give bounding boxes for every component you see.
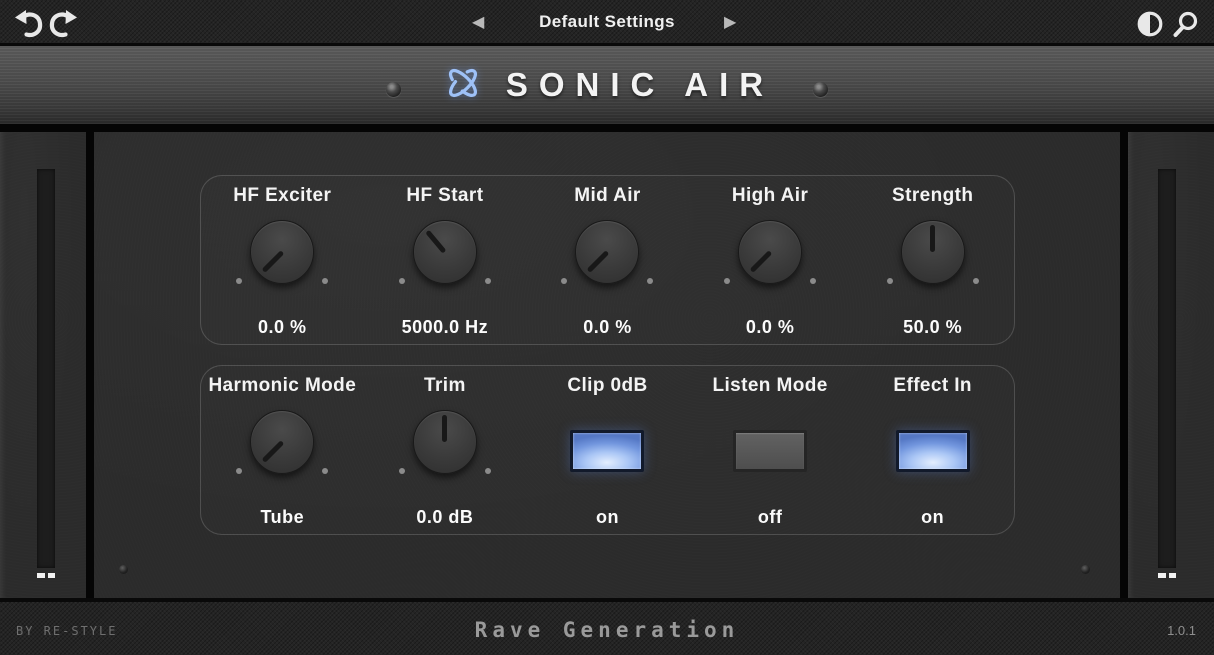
- knob-max-dot: [647, 278, 653, 284]
- knob-min-dot: [561, 278, 567, 284]
- knob-min-dot: [399, 278, 405, 284]
- knob-pointer: [261, 440, 284, 463]
- knob-max-dot: [973, 278, 979, 284]
- hf-start-knob[interactable]: [413, 220, 477, 284]
- knob-max-dot: [810, 278, 816, 284]
- knob-value: 0.0 dB: [364, 507, 527, 528]
- contrast-toggle-button[interactable]: [1136, 10, 1164, 38]
- preset-prev-button[interactable]: ◀: [472, 12, 484, 34]
- undo-button[interactable]: [13, 8, 45, 40]
- header: SONIC AIR: [0, 46, 1214, 128]
- brand: SONIC AIR: [440, 60, 774, 111]
- knob-value: 5000.0 Hz: [364, 317, 527, 338]
- input-level-meter: [37, 169, 55, 568]
- product-name: Rave Generation: [0, 618, 1214, 642]
- plugin-window: ◀ Default Settings ▶ SONIC: [0, 0, 1214, 655]
- knob-pointer: [587, 250, 610, 273]
- toggle-state: on: [851, 507, 1014, 528]
- knob-value: 0.0 %: [689, 317, 852, 338]
- mid-air-knob[interactable]: [575, 220, 639, 284]
- harmonic-mode-knob[interactable]: [250, 410, 314, 474]
- effect-in-toggle[interactable]: [896, 430, 970, 472]
- redo-icon: [47, 27, 79, 44]
- left-meter-panel: [0, 132, 86, 598]
- knob-cell-hf-exciter: HF Exciter 0.0 %: [201, 176, 364, 344]
- knob-value: Tube: [201, 507, 364, 528]
- exciter-group: HF Exciter 0.0 % HF Start 5000.0 Hz Mid …: [200, 175, 1015, 345]
- footer: BY RE-STYLE Rave Generation 1.0.1: [0, 598, 1214, 655]
- screw: [813, 82, 828, 97]
- toggle-label: Listen Mode: [689, 375, 852, 397]
- strength-knob[interactable]: [901, 220, 965, 284]
- trim-knob[interactable]: [413, 410, 477, 474]
- meter-peak-marks: [1158, 573, 1176, 578]
- knob-cell-harmonic-mode: Harmonic Mode Tube: [201, 366, 364, 534]
- knob-value: 50.0 %: [851, 317, 1014, 338]
- knob-value: 0.0 %: [201, 317, 364, 338]
- preset-next-button[interactable]: ▶: [724, 12, 736, 34]
- knob-min-dot: [724, 278, 730, 284]
- knob-cell-trim: Trim 0.0 dB: [364, 366, 527, 534]
- knob-cell-hf-start: HF Start 5000.0 Hz: [364, 176, 527, 344]
- knob-label: HF Start: [364, 185, 527, 207]
- atom-orbit-logo-icon: [440, 60, 486, 111]
- right-meter-panel: [1128, 132, 1214, 598]
- contrast-icon: [1136, 25, 1164, 42]
- plugin-title: SONIC AIR: [506, 66, 774, 104]
- knob-max-dot: [485, 278, 491, 284]
- knob-min-dot: [887, 278, 893, 284]
- knob-value: 0.0 %: [526, 317, 689, 338]
- knob-min-dot: [399, 468, 405, 474]
- knob-cell-high-air: High Air 0.0 %: [689, 176, 852, 344]
- knob-cell-strength: Strength 50.0 %: [851, 176, 1014, 344]
- hf-exciter-knob[interactable]: [250, 220, 314, 284]
- titlebar: ◀ Default Settings ▶: [0, 0, 1214, 46]
- knob-label: Harmonic Mode: [201, 375, 364, 397]
- screw: [119, 565, 128, 574]
- knob-pointer: [261, 250, 284, 273]
- knob-max-dot: [322, 468, 328, 474]
- zoom-button[interactable]: [1171, 10, 1199, 38]
- undo-icon: [13, 27, 45, 44]
- mode-group: Harmonic Mode Tube Trim 0.0 dB Clip 0dB: [200, 365, 1015, 535]
- screw: [1081, 565, 1090, 574]
- toggle-label: Clip 0dB: [526, 375, 689, 397]
- knob-pointer: [930, 225, 935, 252]
- knob-min-dot: [236, 468, 242, 474]
- magnifier-icon: [1171, 25, 1199, 42]
- knob-pointer: [426, 230, 447, 254]
- high-air-knob[interactable]: [738, 220, 802, 284]
- knob-label: Strength: [851, 185, 1014, 207]
- main-panel: HF Exciter 0.0 % HF Start 5000.0 Hz Mid …: [94, 132, 1120, 598]
- knob-pointer: [749, 250, 772, 273]
- preset-name[interactable]: Default Settings: [497, 12, 717, 32]
- toggle-state: on: [526, 507, 689, 528]
- knob-cell-mid-air: Mid Air 0.0 %: [526, 176, 689, 344]
- knob-max-dot: [485, 468, 491, 474]
- knob-label: Trim: [364, 375, 527, 397]
- toggle-cell-clip: Clip 0dB on: [526, 366, 689, 534]
- toggle-label: Effect In: [851, 375, 1014, 397]
- clip-0db-toggle[interactable]: [570, 430, 644, 472]
- knob-label: High Air: [689, 185, 852, 207]
- toggle-cell-listen-mode: Listen Mode off: [689, 366, 852, 534]
- knob-label: Mid Air: [526, 185, 689, 207]
- knob-pointer: [442, 415, 447, 442]
- knob-max-dot: [322, 278, 328, 284]
- redo-button[interactable]: [47, 8, 79, 40]
- output-level-meter: [1158, 169, 1176, 568]
- meter-peak-marks: [37, 573, 55, 578]
- toggle-cell-effect-in: Effect In on: [851, 366, 1014, 534]
- screw: [386, 82, 401, 97]
- version-text: 1.0.1: [1167, 623, 1196, 638]
- knob-label: HF Exciter: [201, 185, 364, 207]
- toggle-state: off: [689, 507, 852, 528]
- knob-min-dot: [236, 278, 242, 284]
- listen-mode-toggle[interactable]: [733, 430, 807, 472]
